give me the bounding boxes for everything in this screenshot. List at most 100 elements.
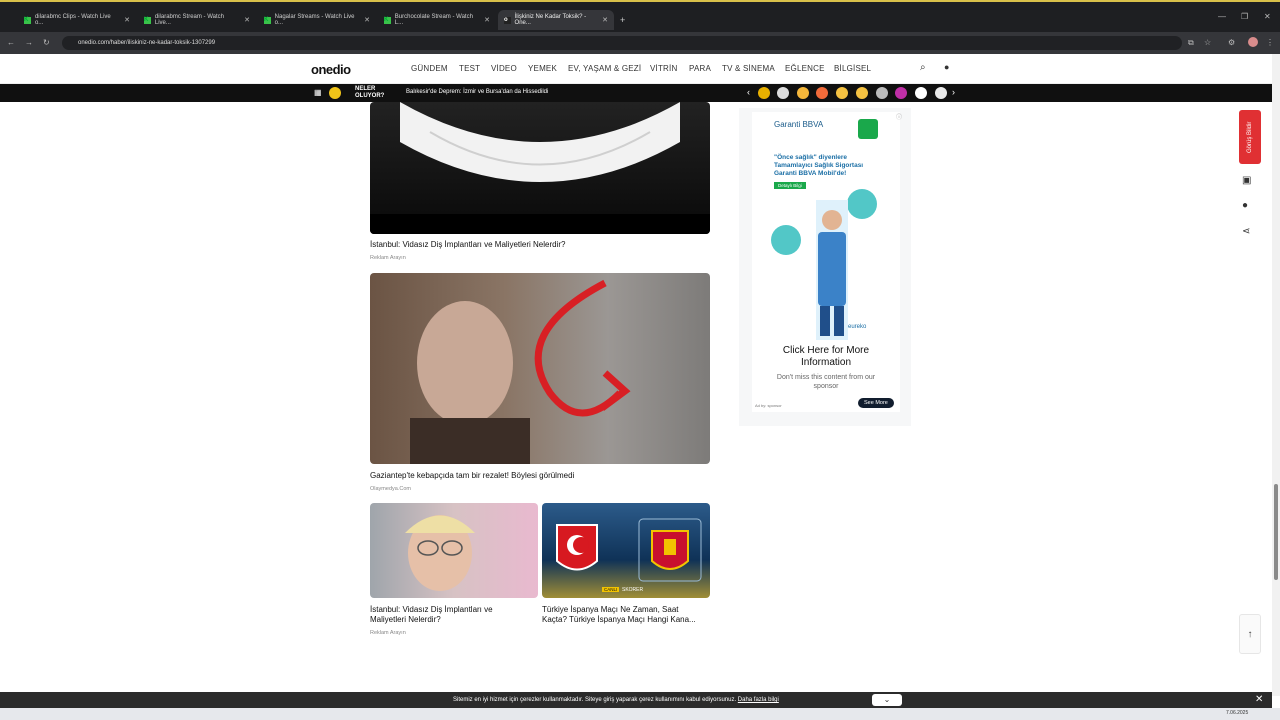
chevron-left-icon[interactable]: ‹ (747, 87, 750, 97)
tab-5-active[interactable]: o İlişkiniz Ne Kadar Toksik? - One... ✕ (498, 10, 614, 30)
tab-title: Burchocolate Stream - Watch L... (394, 14, 473, 26)
restore-icon[interactable]: ❐ (1241, 12, 1248, 21)
profile-avatar[interactable] (1248, 37, 1258, 47)
ad-by: Ad by: sponsor (755, 403, 782, 408)
share-icon[interactable]: ⋖ (1242, 226, 1250, 237)
chevron-down-icon[interactable]: ⌄ (872, 694, 902, 706)
sponsor-ad[interactable]: ⓘ Garanti BBVA "Önce sağlık" diyenlere Ta… (752, 112, 902, 412)
scroll-to-top-button[interactable]: ↑ (1239, 614, 1261, 654)
tab-1[interactable]: Kdilarabmc Clips - Watch Live o... ✕ (18, 10, 136, 30)
site-logo[interactable]: onedio (311, 62, 351, 77)
window-close-icon[interactable]: ✕ (1264, 12, 1271, 21)
cookie-text: Sitemiz en iyi hizmet için çerezler kull… (453, 697, 779, 703)
os-taskbar: 7.06.2025 (0, 708, 1280, 720)
smile-emoji-icon[interactable] (797, 87, 809, 99)
ad-title[interactable]: Click Here for More Information (752, 345, 900, 369)
menu-kebab-icon[interactable]: ⋮ (1266, 38, 1274, 47)
close-icon[interactable]: ✕ (124, 16, 130, 24)
tab-title: dilarabmc Stream - Watch Live... (154, 14, 225, 26)
nav-para[interactable]: PARA (689, 64, 711, 73)
search-icon[interactable]: ⌕ (920, 62, 926, 73)
tab-title: Nagalar Streams - Watch Live o... (274, 14, 355, 26)
taskbar-date: 7.06.2025 (1226, 710, 1249, 716)
heart-eyes-emoji-icon[interactable] (816, 87, 828, 99)
card-3-image[interactable] (370, 503, 538, 598)
ad-partner: eureko (848, 324, 867, 330)
vip-emoji-icon[interactable] (758, 87, 770, 99)
onedio-badge-icon (329, 87, 341, 99)
skorer-badge: SKORER (622, 587, 644, 593)
scrollbar-thumb[interactable] (1274, 484, 1278, 580)
video-thumbnail-image (410, 279, 631, 464)
tab-title: İlişkiniz Ne Kadar Toksik? - One... (514, 14, 587, 26)
kick-icon: K (264, 16, 271, 24)
card-4-image[interactable]: CANLI SKORER (542, 503, 710, 598)
tab-4[interactable]: K Burchocolate Stream - Watch L... ✕ (378, 10, 496, 30)
card-4-title[interactable]: Türkiye İspanya Maçı Ne Zaman, Saat Kaçta… (542, 605, 696, 625)
new-tab-button[interactable]: + (614, 10, 630, 30)
address-bar-row: ← → ↻ onedio.com/haber/iliskiniz-ne-kada… (0, 32, 1280, 54)
feedback-button[interactable]: Görüş Bildir (1239, 110, 1261, 164)
chevron-right-icon[interactable]: › (952, 87, 955, 97)
nav-ev-yasam-gezi[interactable]: EV, YAŞAM & GEZİ (568, 64, 641, 73)
bookmark-star-icon[interactable]: ☆ (1204, 38, 1211, 47)
page-scrollbar[interactable] (1272, 54, 1280, 696)
see-more-button[interactable]: See More (858, 398, 894, 408)
comments-icon[interactable]: ● (1242, 200, 1248, 211)
ad-headline: "Önce sağlık" diyenlere Tamamlayıcı Sağlı… (774, 154, 864, 177)
ad-description: Don't miss this content from our sponsor (776, 374, 876, 390)
card-2-title[interactable]: Gaziantep'te kebapçıda tam bir rezalet! … (370, 471, 574, 481)
bookmark-add-icon[interactable]: ▣ (1242, 175, 1251, 186)
close-icon[interactable]: ✕ (244, 16, 250, 24)
ticker-headline[interactable]: Balıkesir'de Deprem: İzmir ve Bursa'dan … (406, 89, 548, 95)
minimize-icon[interactable]: — (1218, 12, 1226, 21)
grid-icon[interactable]: ▦ (314, 88, 322, 97)
live-badge: CANLI (602, 587, 620, 592)
clover-logo-icon (858, 119, 878, 139)
sunglasses-emoji-icon[interactable] (777, 87, 789, 99)
ad-info-icon[interactable]: ⓘ (896, 112, 902, 121)
pink-badge-icon[interactable] (895, 87, 907, 99)
cookie-close-icon[interactable]: ✕ (1255, 694, 1263, 705)
onedio-favicon: o (504, 16, 511, 24)
url-field[interactable]: onedio.com/haber/iliskiniz-ne-kadar-toks… (62, 36, 1182, 50)
install-icon[interactable]: ⧉ (1188, 38, 1194, 48)
smiling-woman-image (405, 515, 475, 591)
laugh-emoji-icon[interactable] (856, 87, 868, 99)
circle-emoji-icon[interactable] (876, 87, 888, 99)
card-3-source: Reklam Arayın (370, 630, 406, 636)
nav-yemek[interactable]: YEMEK (528, 64, 557, 73)
tab-3[interactable]: K Nagalar Streams - Watch Live o... ✕ (258, 10, 376, 30)
forward-icon[interactable]: → (25, 38, 33, 47)
nav-vitrin[interactable]: VİTRİN (650, 64, 677, 73)
nav-test[interactable]: TEST (459, 64, 480, 73)
card-2-image[interactable] (370, 273, 710, 464)
reload-icon[interactable]: ↻ (43, 38, 50, 47)
kick-icon: K (24, 16, 31, 24)
nav-video[interactable]: VİDEO (491, 64, 517, 73)
close-icon[interactable]: ✕ (484, 16, 490, 24)
card-1-title[interactable]: İstanbul: Vidasız Diş İmplantları ve Mal… (370, 240, 565, 250)
card-1-image[interactable] (370, 102, 710, 234)
card-3-title[interactable]: İstanbul: Vidasız Diş İmplantları ve Mali… (370, 605, 493, 625)
back-icon[interactable]: ← (7, 38, 15, 47)
site-header: onedio GÜNDEM TEST VİDEO YEMEK EV, YAŞAM… (0, 54, 1272, 84)
browser-tabbar: Kdilarabmc Clips - Watch Live o... ✕ Kdil… (0, 0, 1280, 32)
user-icon[interactable]: ● (944, 62, 950, 72)
nav-gundem[interactable]: GÜNDEM (411, 64, 448, 73)
ad-brand: Garanti BBVA (774, 120, 824, 129)
sad-emoji-icon[interactable] (836, 87, 848, 99)
kick-icon: K (144, 16, 151, 24)
cookie-banner: Sitemiz en iyi hizmet için çerezler kull… (0, 692, 1272, 708)
plus-badge-icon[interactable] (915, 87, 927, 99)
nav-tv-sinema[interactable]: TV & SİNEMA (722, 64, 775, 73)
close-icon[interactable]: ✕ (602, 16, 608, 24)
close-icon[interactable]: ✕ (364, 16, 370, 24)
globe-badge-icon[interactable] (935, 87, 947, 99)
tab-2[interactable]: Kdilarabmc Stream - Watch Live... ✕ (138, 10, 256, 30)
nav-bilgisel[interactable]: BİLGİSEL (834, 64, 871, 73)
ticker-label: NELER OLUYOR? (355, 86, 385, 99)
cookie-more-link[interactable]: Daha fazla bilgi (738, 697, 779, 703)
nav-eglence[interactable]: EĞLENCE (785, 64, 825, 73)
extensions-icon[interactable]: ⚙ (1228, 38, 1235, 47)
